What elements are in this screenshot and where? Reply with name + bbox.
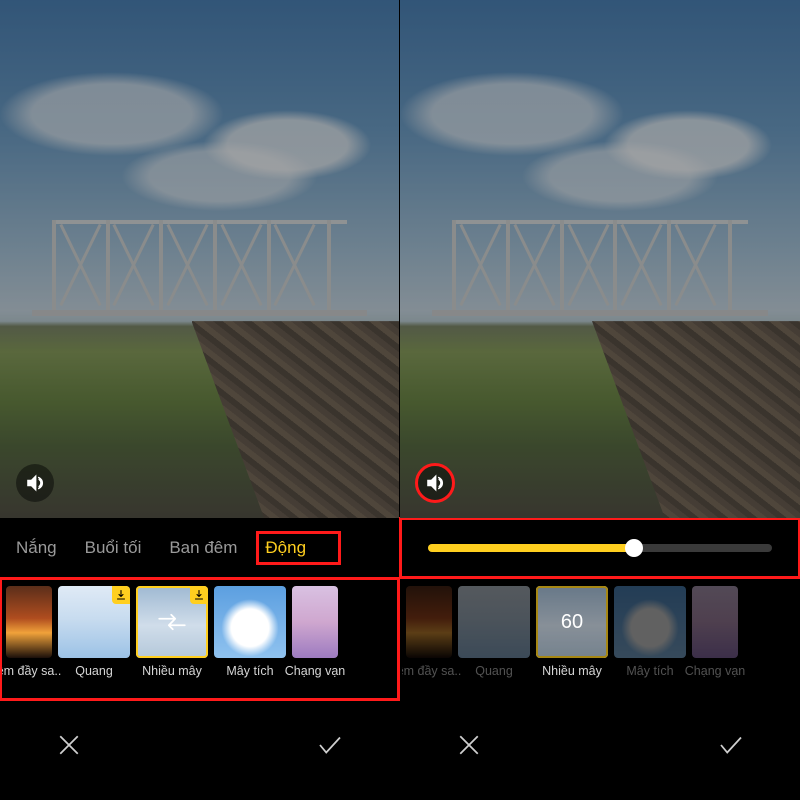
mute-icon bbox=[24, 472, 46, 494]
bottom-actions bbox=[400, 700, 800, 800]
filter-label: Chạng vạn bbox=[685, 664, 745, 678]
bottom-actions bbox=[0, 700, 399, 800]
filter-label: Quang bbox=[75, 664, 113, 678]
filter-label: Mây tích bbox=[626, 664, 673, 678]
close-icon bbox=[454, 730, 484, 760]
slider-handle[interactable] bbox=[625, 539, 643, 557]
filter-strip[interactable]: êm đầy sa.. Quang Nhiều mây Mây bbox=[2, 578, 397, 694]
photo-preview bbox=[0, 0, 399, 518]
filter-changvan[interactable]: Chạng vạn bbox=[692, 586, 738, 678]
mute-button[interactable] bbox=[416, 464, 454, 502]
filter-strip-wrap: êm đầy sa.. Quang 60 Nhiều mây Mây tích … bbox=[400, 578, 800, 700]
confirm-button[interactable] bbox=[303, 718, 357, 772]
filter-label: Chạng vạn bbox=[285, 664, 345, 678]
preview-dim-overlay bbox=[400, 0, 800, 518]
cancel-button[interactable] bbox=[42, 718, 96, 772]
filter-intensity-value: 60 bbox=[536, 586, 608, 658]
filter-label: Nhiều mây bbox=[142, 664, 202, 678]
intensity-slider[interactable] bbox=[428, 544, 772, 552]
filter-maytich[interactable]: Mây tích bbox=[214, 586, 286, 678]
preview-dim-overlay bbox=[0, 0, 399, 518]
filter-nhieumay[interactable]: 60 Nhiều mây bbox=[536, 586, 608, 678]
filter-changvan[interactable]: Chạng vạn bbox=[292, 586, 338, 678]
motion-arrows-icon bbox=[136, 586, 208, 658]
cancel-button[interactable] bbox=[442, 718, 496, 772]
mute-button[interactable] bbox=[16, 464, 54, 502]
filter-emdaysa[interactable]: êm đầy sa.. bbox=[406, 586, 452, 678]
close-icon bbox=[54, 730, 84, 760]
filter-strip-wrap: êm đầy sa.. Quang Nhiều mây Mây bbox=[0, 578, 399, 700]
filter-quang[interactable]: Quang bbox=[58, 586, 130, 678]
filter-emdaysa[interactable]: êm đầy sa.. bbox=[6, 586, 52, 678]
intensity-slider-row bbox=[400, 518, 800, 578]
photo-preview bbox=[400, 0, 800, 518]
slider-fill bbox=[428, 544, 634, 552]
filter-maytich[interactable]: Mây tích bbox=[614, 586, 686, 678]
download-icon bbox=[112, 586, 130, 604]
mute-icon bbox=[424, 472, 446, 494]
tab-nang[interactable]: Nắng bbox=[8, 532, 65, 564]
check-icon bbox=[315, 730, 345, 760]
filter-label: Nhiều mây bbox=[542, 664, 602, 678]
filter-label: Quang bbox=[475, 664, 513, 678]
filter-quang[interactable]: Quang bbox=[458, 586, 530, 678]
filter-label: Mây tích bbox=[226, 664, 273, 678]
confirm-button[interactable] bbox=[704, 718, 758, 772]
filter-label: êm đầy sa.. bbox=[402, 664, 461, 678]
editor-screen-tabs: Nắng Buổi tối Ban đêm Động êm đầy sa.. Q… bbox=[0, 0, 400, 800]
tab-dong[interactable]: Động bbox=[257, 532, 340, 564]
filter-strip[interactable]: êm đầy sa.. Quang 60 Nhiều mây Mây tích … bbox=[402, 578, 798, 694]
tab-bandem[interactable]: Ban đêm bbox=[161, 532, 245, 564]
filter-label: êm đầy sa.. bbox=[2, 664, 61, 678]
filter-nhieumay[interactable]: Nhiều mây bbox=[136, 586, 208, 678]
check-icon bbox=[716, 730, 746, 760]
tab-buoitoi[interactable]: Buổi tối bbox=[77, 532, 150, 564]
effect-category-tabs: Nắng Buổi tối Ban đêm Động bbox=[0, 518, 399, 578]
editor-screen-slider: êm đầy sa.. Quang 60 Nhiều mây Mây tích … bbox=[400, 0, 800, 800]
